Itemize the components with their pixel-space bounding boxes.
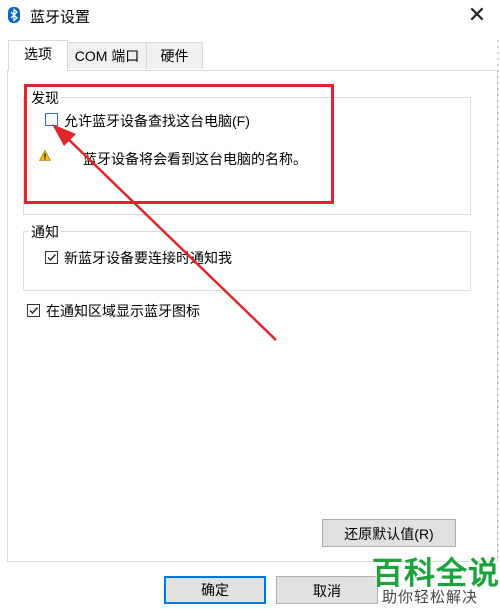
annotation-highlight-box (24, 84, 334, 204)
tab-com-ports[interactable]: COM 端口 (66, 42, 148, 69)
tab-options-label: 选项 (24, 46, 52, 62)
ok-button[interactable]: 确定 (164, 576, 266, 604)
window-title: 蓝牙设置 (30, 9, 91, 26)
bluetooth-icon (8, 7, 20, 23)
restore-defaults-label: 还原默认值(R) (344, 526, 434, 542)
title-bar: 蓝牙设置 ✕ (0, 0, 500, 32)
check-icon (29, 307, 39, 315)
tab-hardware[interactable]: 硬件 (146, 42, 203, 69)
notify-new-device-label[interactable]: 新蓝牙设备要连接时通知我 (64, 248, 232, 268)
tab-strip: 选项 COM 端口 硬件 (0, 40, 500, 71)
notification-group-label: 通知 (29, 222, 61, 242)
watermark: 百科全说 助你轻松解决 (368, 548, 500, 614)
show-tray-icon-label[interactable]: 在通知区域显示蓝牙图标 (46, 301, 200, 321)
tab-options[interactable]: 选项 (8, 40, 68, 71)
close-button[interactable]: ✕ (464, 2, 490, 28)
restore-defaults-button[interactable]: 还原默认值(R) (322, 519, 456, 547)
notify-new-device-checkbox[interactable] (45, 251, 58, 264)
tab-hardware-label: 硬件 (160, 48, 189, 64)
check-icon (47, 254, 57, 262)
cancel-label: 取消 (313, 583, 341, 599)
close-icon: ✕ (467, 2, 487, 27)
ok-label: 确定 (201, 582, 229, 598)
watermark-subtitle: 助你轻松解决 (382, 589, 479, 606)
window-edge-divider (497, 40, 499, 560)
show-tray-icon-checkbox[interactable] (27, 304, 40, 317)
cancel-button[interactable]: 取消 (276, 576, 378, 604)
tab-com-ports-label: COM 端口 (74, 48, 140, 64)
